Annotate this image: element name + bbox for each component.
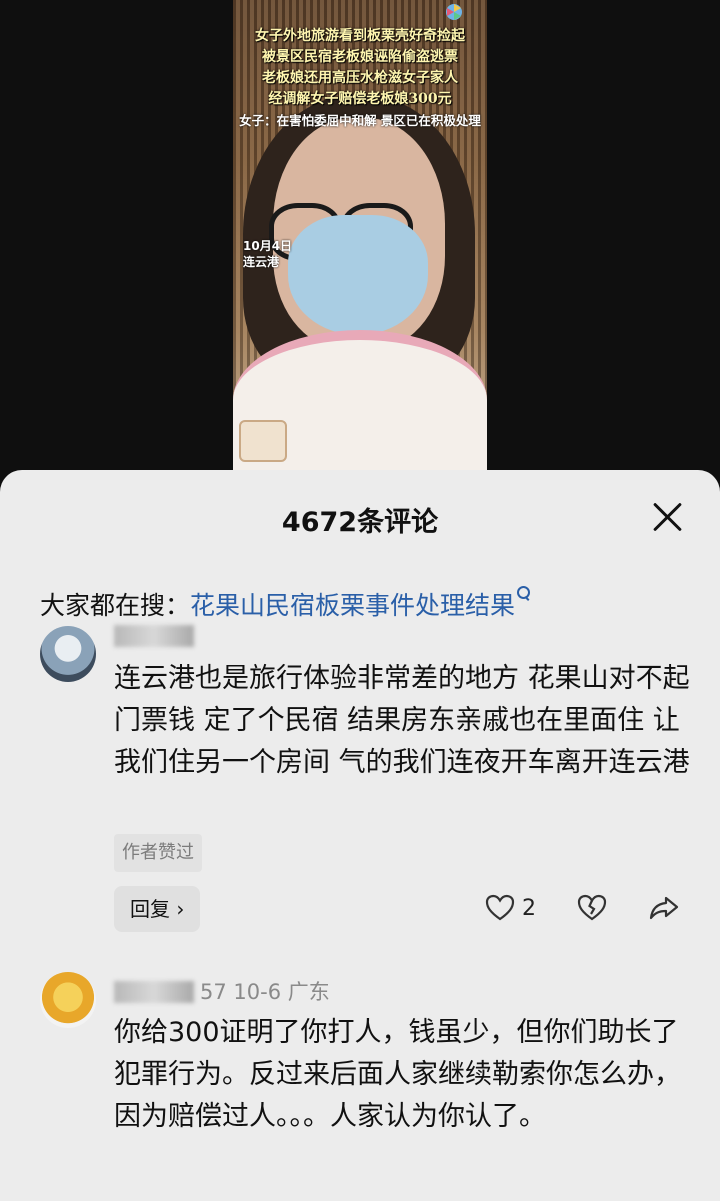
- video-area[interactable]: 女子外地旅游看到板栗壳好奇捡起 被景区民宿老板娘诬陷偷盗逃票 老板娘还用高压水枪…: [0, 0, 720, 480]
- comment-meta-text: 57 10-6 广东: [200, 980, 330, 1004]
- date-location-stamp: 10月4日 连云港: [243, 238, 292, 270]
- search-prefix: 大家都在搜：: [40, 591, 191, 620]
- comment-meta: [114, 624, 200, 648]
- comment-text: 你给300证明了你打人，钱虽少，但你们助长了犯罪行为。反过来后面人家继续勒索你怎…: [114, 1017, 681, 1132]
- search-icon[interactable]: [517, 586, 531, 600]
- sheet-header: 4672条评论: [0, 470, 720, 568]
- trending-search-row: 大家都在搜：花果山民宿板栗事件处理结果: [40, 586, 531, 622]
- caption-line: 老板娘还用高压水枪滋女子家人: [262, 70, 458, 86]
- trending-search-link[interactable]: 花果山民宿板栗事件处理结果: [190, 591, 515, 620]
- stamp-place: 连云港: [243, 255, 280, 269]
- caption-line: 女子：在害怕委屈中和解 景区已在积极处理: [239, 113, 481, 128]
- author-liked-tag: 作者赞过: [114, 834, 202, 872]
- avatar[interactable]: [40, 972, 96, 1028]
- face-mask: [288, 215, 428, 335]
- share-button[interactable]: [648, 892, 680, 924]
- comment-meta: 57 10-6 广东: [114, 976, 330, 1006]
- pinwheel-logo-icon: [446, 4, 462, 20]
- blurred-username: [114, 981, 194, 1003]
- reply-button[interactable]: 回复 ›: [114, 886, 201, 932]
- video-frame[interactable]: 女子外地旅游看到板栗壳好奇捡起 被景区民宿老板娘诬陷偷盗逃票 老板娘还用高压水枪…: [233, 0, 487, 470]
- dislike-button[interactable]: [576, 892, 608, 924]
- like-count: 2: [522, 895, 536, 921]
- caption-line: 被景区民宿老板娘诬陷偷盗逃票: [262, 49, 458, 65]
- heart-icon: [485, 894, 515, 921]
- cup: [239, 420, 287, 462]
- avatar[interactable]: [40, 626, 96, 682]
- comment-count-title: 4672条评论: [281, 507, 439, 538]
- comment-actions: 2: [484, 892, 680, 924]
- stamp-date: 10月4日: [243, 239, 293, 253]
- share-icon: [649, 896, 679, 920]
- close-icon[interactable]: [650, 500, 684, 534]
- comments-sheet: 4672条评论 大家都在搜：花果山民宿板栗事件处理结果 连云港也是旅行体验非常差…: [0, 470, 720, 1201]
- caption-line: 女子外地旅游看到板栗壳好奇捡起: [255, 28, 465, 44]
- video-captions: 女子外地旅游看到板栗壳好奇捡起 被景区民宿老板娘诬陷偷盗逃票 老板娘还用高压水枪…: [233, 26, 487, 131]
- broken-heart-icon: [577, 894, 607, 921]
- caption-line: 经调解女子赔偿老板娘300元: [268, 91, 452, 107]
- like-button[interactable]: 2: [484, 892, 576, 924]
- comment-text: 连云港也是旅行体验非常差的地方 花果山对不起门票钱 定了个民宿 结果房东亲戚也在…: [114, 663, 690, 778]
- blurred-username: [114, 625, 194, 647]
